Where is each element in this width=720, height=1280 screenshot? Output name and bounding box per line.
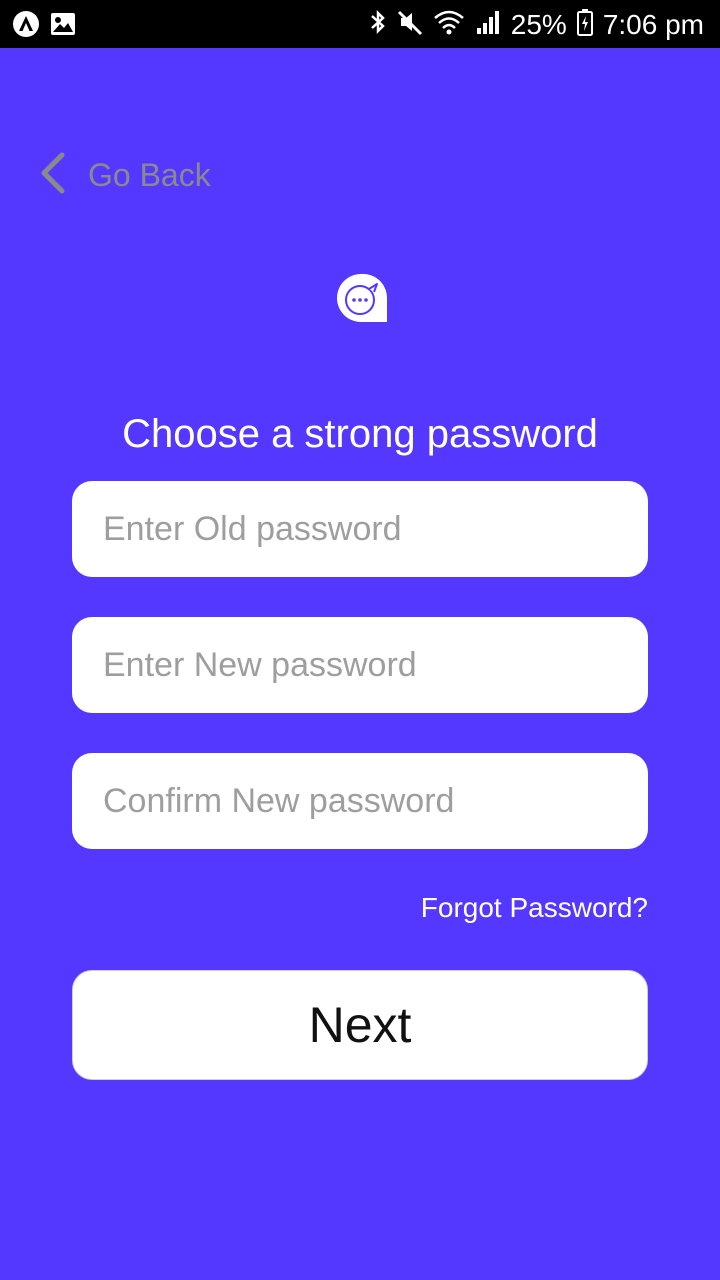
go-back-button[interactable]: Go Back xyxy=(36,150,211,200)
status-left xyxy=(12,10,76,43)
battery-percent: 25% xyxy=(510,8,567,40)
forgot-password-link[interactable]: Forgot Password? xyxy=(421,892,648,924)
new-password-input[interactable] xyxy=(72,617,648,713)
chevron-left-icon xyxy=(36,152,68,199)
confirm-password-input[interactable] xyxy=(72,753,648,849)
go-back-label: Go Back xyxy=(88,156,211,193)
chat-bubble-icon xyxy=(335,272,389,331)
old-password-input[interactable] xyxy=(72,481,648,577)
mute-icon xyxy=(397,8,423,41)
signal-icon xyxy=(475,8,501,41)
expo-icon xyxy=(12,10,40,43)
image-icon xyxy=(50,12,76,41)
battery-charging-icon xyxy=(576,8,593,41)
wifi-icon xyxy=(433,8,465,41)
clock: 7:06 pm xyxy=(602,8,704,40)
bluetooth-icon xyxy=(369,8,387,41)
page-title: Choose a strong password xyxy=(122,412,598,456)
app-logo xyxy=(335,272,389,331)
status-bar: 25% 7:06 pm xyxy=(0,0,720,48)
next-button[interactable]: Next xyxy=(72,970,648,1080)
status-right: 25% 7:06 pm xyxy=(369,8,704,41)
